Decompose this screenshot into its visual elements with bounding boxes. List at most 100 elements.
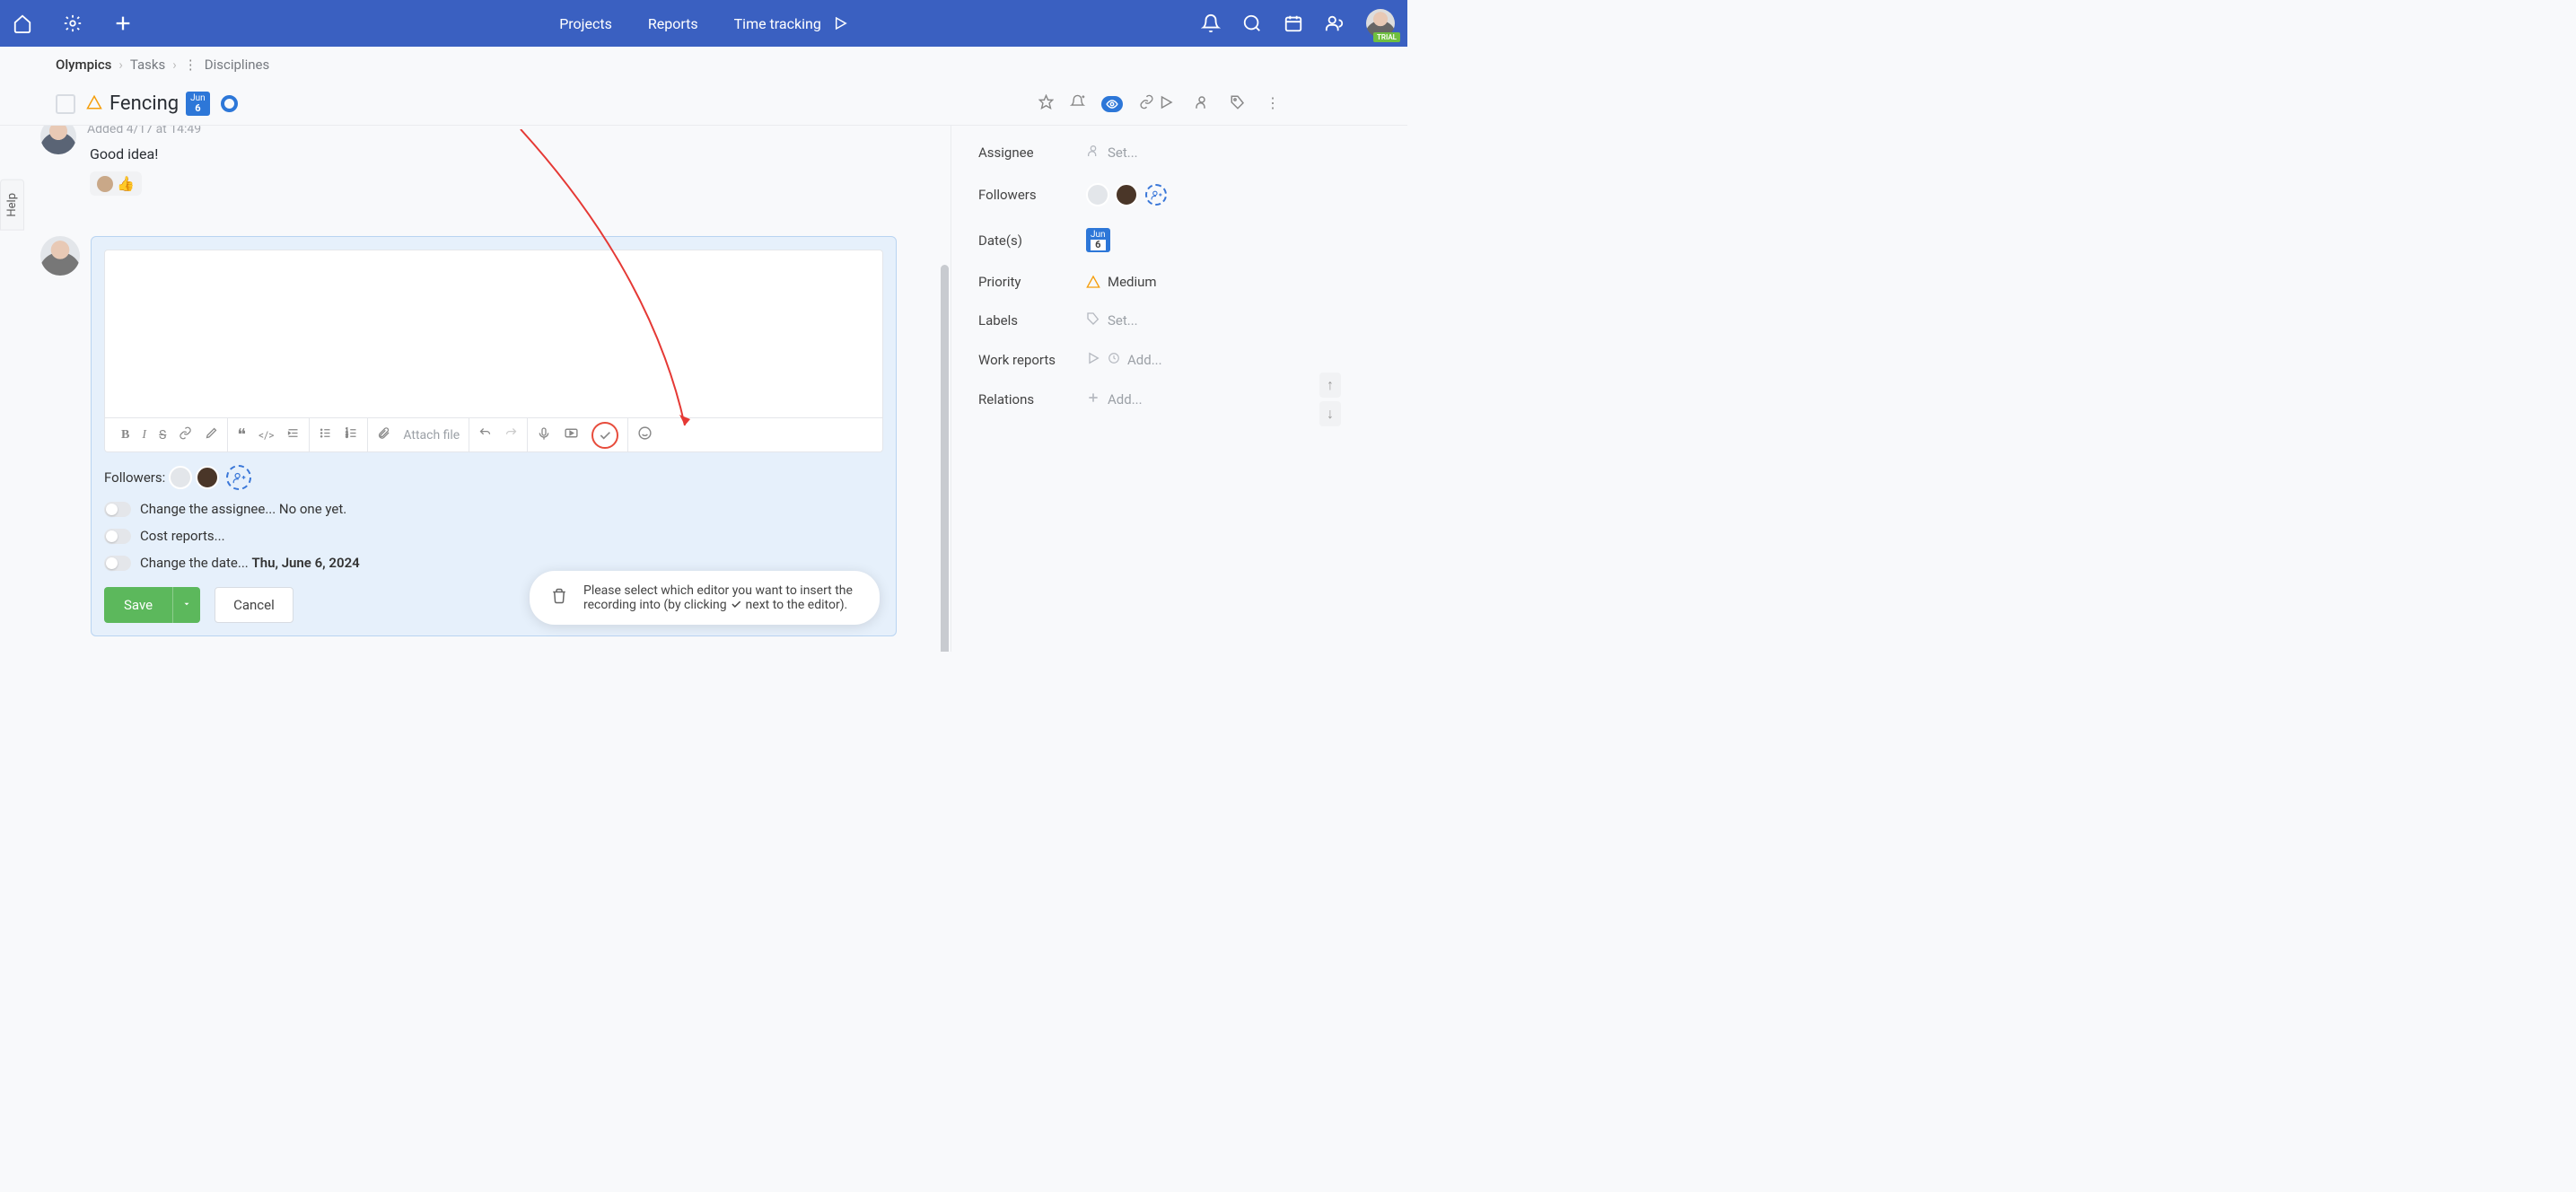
plus-icon — [1086, 390, 1100, 408]
play-icon — [1086, 351, 1100, 369]
trial-badge: TRIAL — [1373, 32, 1400, 42]
task-title: Fencing — [110, 92, 179, 115]
gear-icon[interactable] — [63, 13, 83, 33]
person-icon — [1086, 144, 1100, 162]
reaction-chip[interactable]: 👍 — [90, 171, 142, 196]
status-ring-icon[interactable] — [221, 95, 238, 112]
date-chip[interactable]: Jun 6 — [1086, 228, 1110, 252]
nav-time-tracking[interactable]: Time tracking — [734, 15, 821, 32]
thumbs-up-icon: 👍 — [117, 175, 135, 192]
priority-value[interactable]: Medium — [1086, 274, 1157, 290]
star-icon[interactable] — [1038, 94, 1054, 113]
undo-icon[interactable] — [478, 426, 492, 443]
more-vertical-icon[interactable]: ⋮ — [184, 57, 197, 73]
editor-toolbar: B I S ❝ </> 123 — [104, 418, 883, 452]
editor-textarea[interactable] — [104, 250, 883, 418]
search-icon[interactable] — [1242, 13, 1262, 33]
labels-label: Labels — [978, 312, 1086, 329]
save-button[interactable]: Save — [104, 587, 172, 623]
priority-label: Priority — [978, 274, 1086, 290]
add-follower-button[interactable] — [1145, 184, 1167, 206]
main-area: Added 4/17 at 14:49 Good idea! 👍 B I S — [0, 126, 1407, 652]
code-icon[interactable]: </> — [258, 429, 274, 442]
bullet-list-icon[interactable] — [319, 426, 332, 443]
save-dropdown-button[interactable] — [172, 587, 200, 623]
relations-setter[interactable]: Add... — [1086, 390, 1143, 408]
breadcrumb-leaf[interactable]: Disciplines — [205, 57, 269, 73]
cancel-button[interactable]: Cancel — [215, 587, 294, 623]
followers-label: Followers — [978, 187, 1086, 203]
cost-toggle-row: Cost reports... — [104, 528, 883, 544]
content-column: Added 4/17 at 14:49 Good idea! 👍 B I S — [0, 126, 951, 652]
chevron-right-icon: › — [172, 57, 177, 73]
user-avatar[interactable]: TRIAL — [1366, 9, 1395, 38]
breadcrumb-tasks[interactable]: Tasks — [130, 57, 165, 73]
emoji-icon[interactable] — [637, 425, 653, 444]
editor-avatar — [40, 236, 80, 276]
priority-icon — [86, 94, 102, 114]
breadcrumb: Olympics › Tasks › ⋮ Disciplines — [0, 47, 1407, 83]
follower-avatar[interactable] — [169, 466, 192, 489]
link-icon[interactable] — [1139, 94, 1154, 113]
quote-icon[interactable]: ❝ — [237, 425, 246, 444]
comment-meta: Added 4/17 at 14:49 — [87, 126, 201, 136]
chevron-right-icon: › — [118, 57, 123, 73]
redo-icon[interactable] — [504, 426, 518, 443]
labels-setter[interactable]: Set... — [1086, 311, 1138, 329]
toggle-date[interactable] — [104, 556, 131, 571]
number-list-icon[interactable]: 123 — [345, 426, 358, 443]
reaction-avatar — [97, 176, 113, 192]
people-icon[interactable] — [1325, 13, 1345, 33]
check-insert-button[interactable] — [591, 422, 618, 449]
toggle-cost[interactable] — [104, 529, 131, 544]
nav-reports[interactable]: Reports — [648, 15, 698, 32]
play-icon[interactable] — [832, 15, 848, 31]
task-header: Fencing Jun 6 ⋮ — [0, 83, 1407, 126]
highlight-icon[interactable] — [205, 426, 218, 443]
work-reports-setter[interactable]: Add... — [1086, 351, 1162, 369]
toggle-assignee[interactable] — [104, 502, 131, 517]
topbar: Projects Reports Time tracking TRIAL — [0, 0, 1407, 47]
date-chip[interactable]: Jun 6 — [186, 92, 210, 116]
trash-icon[interactable] — [551, 588, 567, 608]
scroll-down-button[interactable]: ↓ — [1319, 401, 1341, 426]
comment-avatar — [40, 126, 76, 154]
dates-label: Date(s) — [978, 232, 1086, 249]
follower-avatar[interactable] — [196, 466, 219, 489]
video-icon[interactable] — [564, 425, 579, 444]
bell-icon[interactable] — [1201, 13, 1221, 33]
relations-label: Relations — [978, 391, 1086, 408]
tooltip-text: Please select which editor you want to i… — [583, 583, 858, 612]
strike-icon[interactable]: S — [159, 428, 166, 443]
microphone-icon[interactable] — [537, 426, 551, 444]
date-toggle-row: Change the date... Thu, June 6, 2024 — [104, 555, 883, 571]
assignee-setter[interactable]: Set... — [1086, 144, 1138, 162]
assignee-toggle-row: Change the assignee... No one yet. — [104, 501, 883, 517]
scroll-up-button[interactable]: ↑ — [1319, 372, 1341, 398]
assignee-label: Assignee — [978, 145, 1086, 161]
paperclip-icon[interactable] — [377, 426, 390, 443]
add-follower-button[interactable] — [226, 465, 251, 490]
bold-icon[interactable]: B — [121, 428, 129, 443]
link-icon[interactable] — [179, 426, 192, 443]
indent-icon[interactable] — [286, 426, 300, 443]
help-tab[interactable]: Help — [0, 180, 24, 231]
attach-file-label[interactable]: Attach file — [403, 428, 460, 443]
comment-body: Good idea! — [90, 145, 897, 162]
italic-icon[interactable]: I — [142, 428, 146, 443]
calendar-icon[interactable] — [1284, 13, 1303, 33]
nav-projects[interactable]: Projects — [559, 15, 612, 32]
tag-icon — [1086, 311, 1100, 329]
breadcrumb-root[interactable]: Olympics — [56, 57, 111, 73]
followers-row: Followers: — [104, 465, 883, 490]
follower-avatar[interactable] — [1115, 183, 1138, 206]
work-reports-label: Work reports — [978, 352, 1086, 368]
svg-text:3: 3 — [346, 435, 349, 440]
watch-badge[interactable] — [1101, 96, 1123, 112]
task-checkbox[interactable] — [56, 94, 75, 114]
bell-plus-icon[interactable] — [1070, 94, 1085, 113]
scrollbar[interactable] — [939, 126, 951, 652]
follower-avatar[interactable] — [1086, 183, 1109, 206]
plus-icon[interactable] — [113, 13, 133, 33]
home-icon[interactable] — [13, 13, 32, 33]
